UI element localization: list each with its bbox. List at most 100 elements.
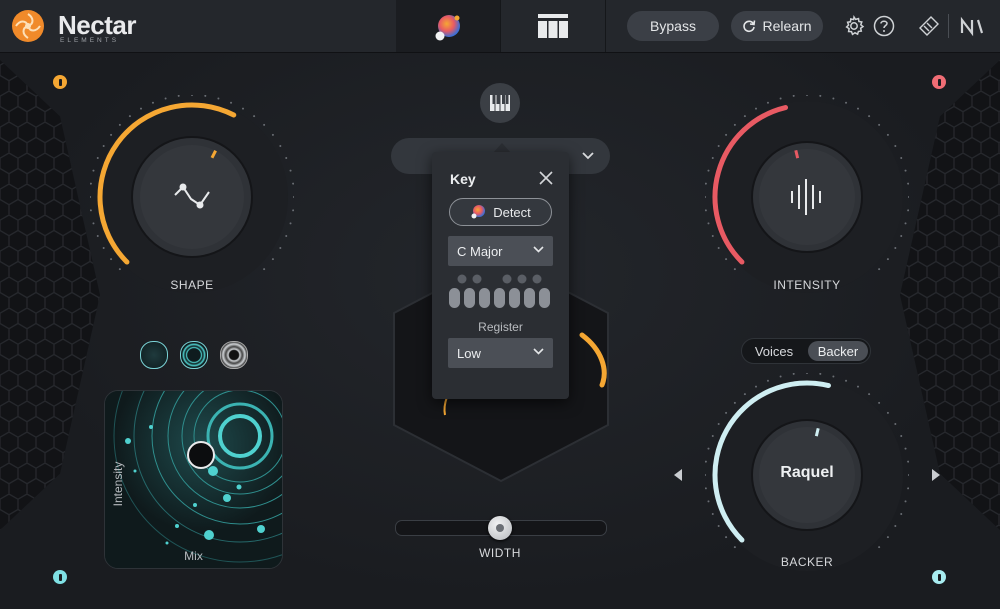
knob-tick xyxy=(707,447,710,450)
knob-tick xyxy=(92,222,95,225)
question-icon xyxy=(873,15,895,37)
native-instruments-button[interactable] xyxy=(960,13,986,39)
intensity-label: INTENSITY xyxy=(773,278,841,292)
tab-main-view[interactable] xyxy=(396,0,500,52)
knob-tick xyxy=(900,513,903,516)
voice-mode-toggle: Voices Backer xyxy=(741,338,871,364)
key-select-value: C Major xyxy=(457,243,503,259)
backer-label: BACKER xyxy=(780,555,834,569)
shape-label: SHAPE xyxy=(170,278,214,292)
knob-tick xyxy=(907,460,909,463)
knob-tick xyxy=(904,222,907,225)
scale-keyboard[interactable] xyxy=(448,274,554,310)
knob-tick xyxy=(832,375,835,378)
knob-tick xyxy=(907,209,909,212)
knob-tick xyxy=(733,123,736,126)
help-button[interactable] xyxy=(871,13,897,39)
knob-tick xyxy=(92,169,95,172)
izotope-icon xyxy=(919,16,939,36)
backer-indicator-dot[interactable] xyxy=(932,570,946,584)
knob-tick xyxy=(792,373,795,375)
knob-tick xyxy=(711,434,714,437)
width-slider-thumb[interactable] xyxy=(488,516,512,540)
knob-tick xyxy=(733,546,736,549)
knob-tick xyxy=(725,133,728,136)
relearn-button[interactable]: Relearn xyxy=(731,11,823,41)
knob-tick xyxy=(242,107,244,110)
app-subtitle: ELEMENTS xyxy=(60,37,120,44)
mode-rings-button[interactable] xyxy=(180,341,208,369)
knob-tick xyxy=(725,411,728,414)
detect-button[interactable]: Detect xyxy=(449,198,552,226)
settings-button[interactable] xyxy=(841,13,867,39)
knob-tick xyxy=(705,182,707,185)
knob-tick xyxy=(279,145,282,147)
knob-tick xyxy=(792,95,795,97)
knob-tick xyxy=(90,182,92,185)
key-select[interactable]: C Major xyxy=(448,236,553,266)
knob-tick xyxy=(289,222,292,225)
mix-pad-handle[interactable] xyxy=(187,441,215,469)
mix-indicator-dot[interactable] xyxy=(53,570,67,584)
key-button[interactable] xyxy=(480,83,520,123)
intensity-knob[interactable] xyxy=(705,95,909,299)
knob-tick xyxy=(293,196,294,198)
knob-tick xyxy=(857,385,859,388)
knob-tick xyxy=(705,487,707,490)
mix-intensity-pad[interactable]: Mix Intensity xyxy=(104,390,283,569)
ni-logo-icon xyxy=(960,16,984,37)
mode-dust-button[interactable] xyxy=(140,341,168,369)
prev-voice-button[interactable] xyxy=(672,468,684,482)
knob-tick xyxy=(743,393,746,396)
knob-tick xyxy=(886,133,889,136)
shape-indicator-dot[interactable] xyxy=(53,75,67,89)
next-voice-button[interactable] xyxy=(930,468,942,482)
knob-tick xyxy=(878,123,881,126)
knob-tick xyxy=(886,258,889,261)
knob-tick xyxy=(894,423,897,425)
knob-tick xyxy=(907,182,909,185)
refresh-icon xyxy=(743,20,756,33)
register-select[interactable]: Low xyxy=(448,338,553,368)
close-popup-button[interactable] xyxy=(538,170,554,186)
backer-option[interactable]: Backer xyxy=(808,341,868,361)
knob-tick xyxy=(845,379,848,382)
knob-tick xyxy=(766,379,769,382)
top-bar: Nectar ELEMENTS Bypass Relearn xyxy=(0,0,1000,53)
key-popup: Key Detect C Major Register Low xyxy=(432,152,569,399)
chevron-down-icon xyxy=(533,348,544,355)
bypass-button[interactable]: Bypass xyxy=(627,11,719,41)
knob-tick xyxy=(102,145,105,147)
knob-tick xyxy=(904,169,907,172)
shape-knob[interactable] xyxy=(90,95,294,299)
grid-icon xyxy=(538,14,568,38)
knob-tick xyxy=(711,513,714,516)
knob-tick xyxy=(96,235,99,238)
mode-vinyl-button[interactable] xyxy=(220,341,248,369)
knob-tick xyxy=(140,107,142,110)
knob-tick xyxy=(711,156,714,159)
knob-tick xyxy=(289,169,292,172)
tab-grid-view[interactable] xyxy=(500,0,606,52)
knob-tick xyxy=(878,268,881,271)
voices-option[interactable]: Voices xyxy=(745,341,803,361)
knob-tick xyxy=(96,156,99,159)
knob-tick xyxy=(755,385,757,388)
knob-tick xyxy=(894,145,897,147)
knob-tick xyxy=(886,536,889,539)
intensity-knob-marker xyxy=(794,149,800,159)
knob-tick xyxy=(725,536,728,539)
izotope-link-button[interactable] xyxy=(916,13,942,39)
knob-tick xyxy=(819,373,822,375)
intensity-indicator-dot[interactable] xyxy=(932,75,946,89)
knob-tick xyxy=(878,401,881,404)
knob-tick xyxy=(900,235,903,238)
knob-tick xyxy=(900,434,903,437)
knob-tick xyxy=(743,115,746,118)
knob-tick xyxy=(217,97,220,100)
knob-tick xyxy=(230,101,233,104)
chevron-down-icon xyxy=(582,152,594,160)
knob-tick xyxy=(253,115,256,118)
mix-pad-visual xyxy=(105,391,282,568)
knob-tick xyxy=(90,209,92,212)
